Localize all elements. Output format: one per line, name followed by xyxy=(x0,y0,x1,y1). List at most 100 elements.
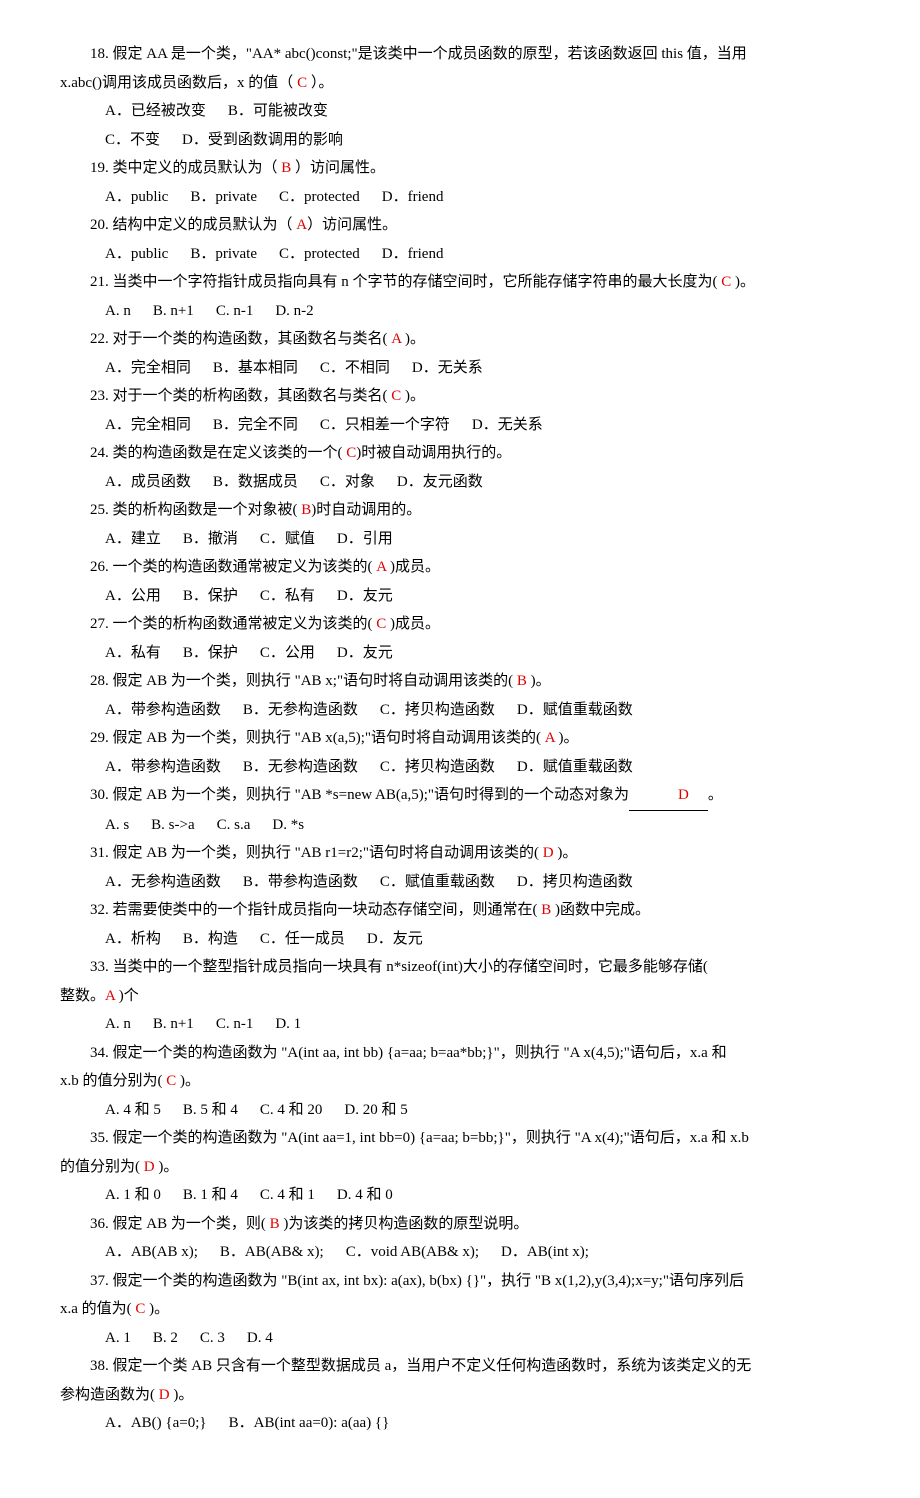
question-text-cont: x.b 的值分别为( xyxy=(60,1073,166,1089)
question-text-pre: 若需要使类中的一个指针成员指向一块动态存储空间，则通常在( xyxy=(109,902,542,918)
question-number: 35. xyxy=(90,1130,109,1146)
option: C．拷贝构造函数 xyxy=(380,702,495,718)
question-text-post: )。 xyxy=(176,1073,200,1089)
question-text-post: )时自动调用的。 xyxy=(311,502,421,518)
option: C．void AB(AB& x); xyxy=(346,1244,479,1260)
option: A．public xyxy=(105,246,168,262)
question-number: 27. xyxy=(90,616,109,632)
option: C. n-1 xyxy=(216,303,254,319)
question-continuation: 参构造函数为( D )。 xyxy=(60,1381,860,1410)
options-line: A. 1 和 0B. 1 和 4C. 4 和 1D. 4 和 0 xyxy=(60,1181,860,1210)
question-text-pre: 一个类的析构函数通常被定义为该类的( xyxy=(109,616,377,632)
options-line: A．无参构造函数B．带参构造函数C．赋值重载函数D．拷贝构造函数 xyxy=(60,868,860,897)
question-text-post: )。 xyxy=(145,1301,169,1317)
question-text-pre: 假定 AB 为一个类，则执行 "AB *s=new AB(a,5);"语句时得到… xyxy=(109,787,629,803)
question-text-pre: 假定 AB 为一个类，则执行 "AB r1=r2;"语句时将自动调用该类的( xyxy=(109,845,543,861)
question-text-post: )。 xyxy=(401,331,425,347)
answer: A xyxy=(105,988,115,1004)
option: C．不变 xyxy=(105,132,160,148)
option: B．构造 xyxy=(183,931,238,947)
answer: C xyxy=(135,1301,145,1317)
question-text-post: )。 xyxy=(401,388,425,404)
question-text-post: 。 xyxy=(708,787,723,803)
options-line: A．已经被改变B．可能被改变 xyxy=(60,97,860,126)
option: A．带参构造函数 xyxy=(105,759,221,775)
option: B．保护 xyxy=(183,588,238,604)
option: B．private xyxy=(190,189,257,205)
option: D．赋值重载函数 xyxy=(517,702,633,718)
option: D．友元 xyxy=(367,931,423,947)
option: A. 1 xyxy=(105,1330,131,1346)
option: C. 4 和 1 xyxy=(260,1187,315,1203)
question-number: 28. xyxy=(90,673,109,689)
question-text-pre: 结构中定义的成员默认为（ xyxy=(109,217,297,233)
question-text-post: )为该类的拷贝构造函数的原型说明。 xyxy=(280,1216,529,1232)
option: B．可能被改变 xyxy=(228,103,328,119)
option: A．AB() {a=0;} xyxy=(105,1415,207,1431)
question-text-post: )成员。 xyxy=(386,559,440,575)
question-text-pre: 类中定义的成员默认为（ xyxy=(109,160,282,176)
options-line: A．带参构造函数B．无参构造函数C．拷贝构造函数D．赋值重载函数 xyxy=(60,753,860,782)
option: A．无参构造函数 xyxy=(105,874,221,890)
question-line: 26. 一个类的构造函数通常被定义为该类的( A )成员。 xyxy=(60,553,860,582)
question-number: 23. xyxy=(90,388,109,404)
option: A. 4 和 5 xyxy=(105,1102,161,1118)
option: A．public xyxy=(105,189,168,205)
options-line: A. nB. n+1C. n-1D. n-2 xyxy=(60,297,860,326)
question-number: 38. xyxy=(90,1358,109,1374)
question-line: 21. 当类中一个字符指针成员指向具有 n 个字节的存储空间时，它所能存储字符串… xyxy=(60,268,860,297)
answer: D xyxy=(159,1387,170,1403)
option: D. n-2 xyxy=(275,303,313,319)
options-line: A. nB. n+1C. n-1D. 1 xyxy=(60,1010,860,1039)
answer: B xyxy=(541,902,551,918)
question-continuation: 的值分别为( D )。 xyxy=(60,1153,860,1182)
question-line: 36. 假定 AB 为一个类，则( B )为该类的拷贝构造函数的原型说明。 xyxy=(60,1210,860,1239)
option: B．带参构造函数 xyxy=(243,874,358,890)
option: C．protected xyxy=(279,189,360,205)
option: C. 4 和 20 xyxy=(260,1102,323,1118)
question-number: 18. xyxy=(90,46,109,62)
answer: C xyxy=(376,616,386,632)
question-text-post: )。 xyxy=(554,845,578,861)
option: A．成员函数 xyxy=(105,474,191,490)
question-text-pre: 假定 AB 为一个类，则执行 "AB x(a,5);"语句时将自动调用该类的( xyxy=(109,730,545,746)
option: B．完全不同 xyxy=(213,417,298,433)
question-text-post: )。 xyxy=(170,1387,194,1403)
question-text-pre: 假定 AB 为一个类，则执行 "AB x;"语句时将自动调用该类的( xyxy=(109,673,517,689)
option: B．数据成员 xyxy=(213,474,298,490)
question-text-post: )。 xyxy=(555,730,579,746)
question-text-post: )个 xyxy=(115,988,139,1004)
question-text-pre: 假定一个类的构造函数为 "A(int aa=1, int bb=0) {a=aa… xyxy=(109,1130,749,1146)
question-number: 31. xyxy=(90,845,109,861)
question-text-pre: 假定一个类的构造函数为 "B(int ax, int bx): a(ax), b… xyxy=(109,1273,744,1289)
answer: A xyxy=(376,559,386,575)
question-text-pre: 假定一个类 AB 只含有一个整型数据成员 a，当用户不定义任何构造函数时，系统为… xyxy=(109,1358,752,1374)
option: C. 3 xyxy=(200,1330,225,1346)
option: A. n xyxy=(105,303,131,319)
option: C. n-1 xyxy=(216,1016,254,1032)
options-line: A．AB() {a=0;}B．AB(int aa=0): a(aa) {} xyxy=(60,1409,860,1438)
question-text-cont: 整数。 xyxy=(60,988,105,1004)
options-line: A. 1B. 2C. 3D. 4 xyxy=(60,1324,860,1353)
option: C．赋值重载函数 xyxy=(380,874,495,890)
options-line: A. 4 和 5B. 5 和 4C. 4 和 20D. 20 和 5 xyxy=(60,1096,860,1125)
option: C．protected xyxy=(279,246,360,262)
options-line: A. sB. s->aC. s.aD. *s xyxy=(60,811,860,840)
question-text-post: )。 xyxy=(527,673,551,689)
option: A．私有 xyxy=(105,645,161,661)
option: D．friend xyxy=(382,189,444,205)
answer: C xyxy=(721,274,731,290)
option: D. 1 xyxy=(275,1016,301,1032)
option: A．完全相同 xyxy=(105,417,191,433)
question-text-cont: x.a 的值为( xyxy=(60,1301,135,1317)
option: D．友元 xyxy=(337,588,393,604)
option: D．受到函数调用的影响 xyxy=(182,132,343,148)
question-line: 33. 当类中的一个整型指针成员指向一块具有 n*sizeof(int)大小的存… xyxy=(60,953,860,982)
option: A．带参构造函数 xyxy=(105,702,221,718)
question-continuation: 整数。A )个 xyxy=(60,982,860,1011)
options-line: C．不变 D．受到函数调用的影响 xyxy=(60,126,860,155)
option: B．无参构造函数 xyxy=(243,702,358,718)
option: D．赋值重载函数 xyxy=(517,759,633,775)
answer: B xyxy=(517,673,527,689)
option: C．任一成员 xyxy=(260,931,345,947)
